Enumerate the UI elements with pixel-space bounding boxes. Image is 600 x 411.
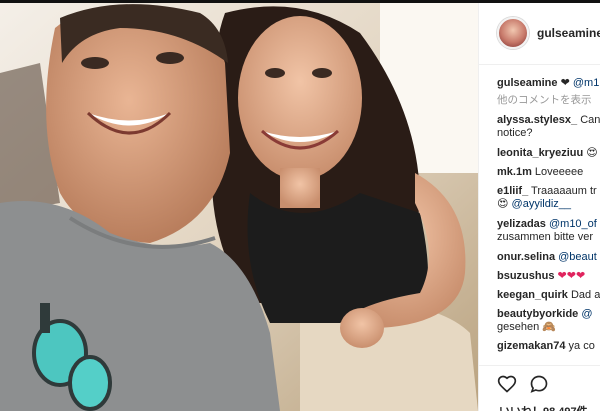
comment-text: 😍 (497, 198, 509, 210)
header-username[interactable]: gulseamine (537, 26, 600, 40)
comment-text: Dad a (570, 289, 600, 301)
comment-bubble-icon[interactable] (529, 374, 549, 394)
caption-mention[interactable]: @m1 (573, 77, 599, 89)
list-item: gizemakan74 ya co (497, 340, 600, 353)
comment-text: Can (580, 114, 600, 126)
comment-username[interactable]: yelizadas (497, 218, 546, 230)
comment-username[interactable]: bsuzushus (497, 270, 554, 282)
comment-username[interactable]: beautybyorkide (497, 308, 578, 320)
comment-username[interactable]: alyssa.stylesx_ (497, 114, 577, 126)
comment-username[interactable]: e1liif_ (497, 185, 528, 197)
list-item: e1liif_ Traaaaaum tr (497, 185, 600, 198)
comment-username[interactable]: keegan_quirk (497, 289, 568, 301)
caption-line: gulseamine ❤ @m1 (497, 77, 600, 90)
comments-list: gulseamine ❤ @m1 他のコメントを表示 alyssa.styles… (497, 77, 600, 353)
comment-username[interactable]: leonita_kryeziuu (497, 147, 583, 159)
likes-count[interactable]: いいね！98,497件 (499, 403, 588, 411)
list-item-continued: notice? (497, 127, 600, 140)
list-item-continued: gesehen 🙈 (497, 321, 600, 334)
post-side-panel: gulseamine gulseamine ❤ @m1 他のコメントを表示 al… (478, 3, 600, 411)
comment-text: ❤❤❤ (557, 270, 586, 282)
comment-mention[interactable]: @ (581, 308, 592, 320)
heart-outline-icon[interactable] (497, 374, 517, 394)
comment-mention[interactable]: @ayyildiz__ (512, 198, 571, 210)
post-actions-bar: いいね！98,497件 (479, 365, 600, 411)
list-item: beautybyorkide @ (497, 308, 600, 321)
post-photo[interactable] (0, 3, 478, 411)
list-item-continued: 😍 @ayyildiz__ (497, 198, 600, 211)
comment-text: ya co (568, 340, 595, 352)
comment-text: Loveeeee (534, 166, 584, 178)
list-item: bsuzushus ❤❤❤ (497, 270, 600, 283)
user-avatar[interactable] (497, 17, 529, 49)
view-more-comments-link[interactable]: 他のコメントを表示 (497, 94, 600, 107)
selfie-image (0, 3, 478, 411)
caption-heart: ❤ (560, 77, 570, 89)
list-item: yelizadas @m10_of (497, 218, 600, 231)
list-item: alyssa.stylesx_ Can (497, 114, 600, 127)
caption-username[interactable]: gulseamine (497, 77, 558, 89)
comment-username[interactable]: onur.selina (497, 251, 555, 263)
comment-username[interactable]: mk.1m (497, 166, 532, 178)
list-item: onur.selina @beaut (497, 251, 600, 264)
comment-text: zusammen bitte ver (497, 231, 593, 243)
list-item: mk.1m Loveeeee (497, 166, 600, 179)
list-item: leonita_kryeziuu 😍 (497, 147, 600, 160)
comment-text: notice? (497, 127, 533, 139)
comment-text: gesehen 🙈 (497, 321, 556, 333)
comment-mention[interactable]: @m10_of (549, 218, 597, 230)
comment-mention[interactable]: @beaut (558, 251, 597, 263)
list-item-continued: zusammen bitte ver (497, 231, 600, 244)
comment-username[interactable]: gizemakan74 (497, 340, 565, 352)
comment-text: Traaaaaum tr (531, 185, 597, 197)
list-item: keegan_quirk Dad a (497, 289, 600, 302)
post-header: gulseamine (479, 3, 600, 65)
comment-text: 😍 (586, 147, 598, 159)
